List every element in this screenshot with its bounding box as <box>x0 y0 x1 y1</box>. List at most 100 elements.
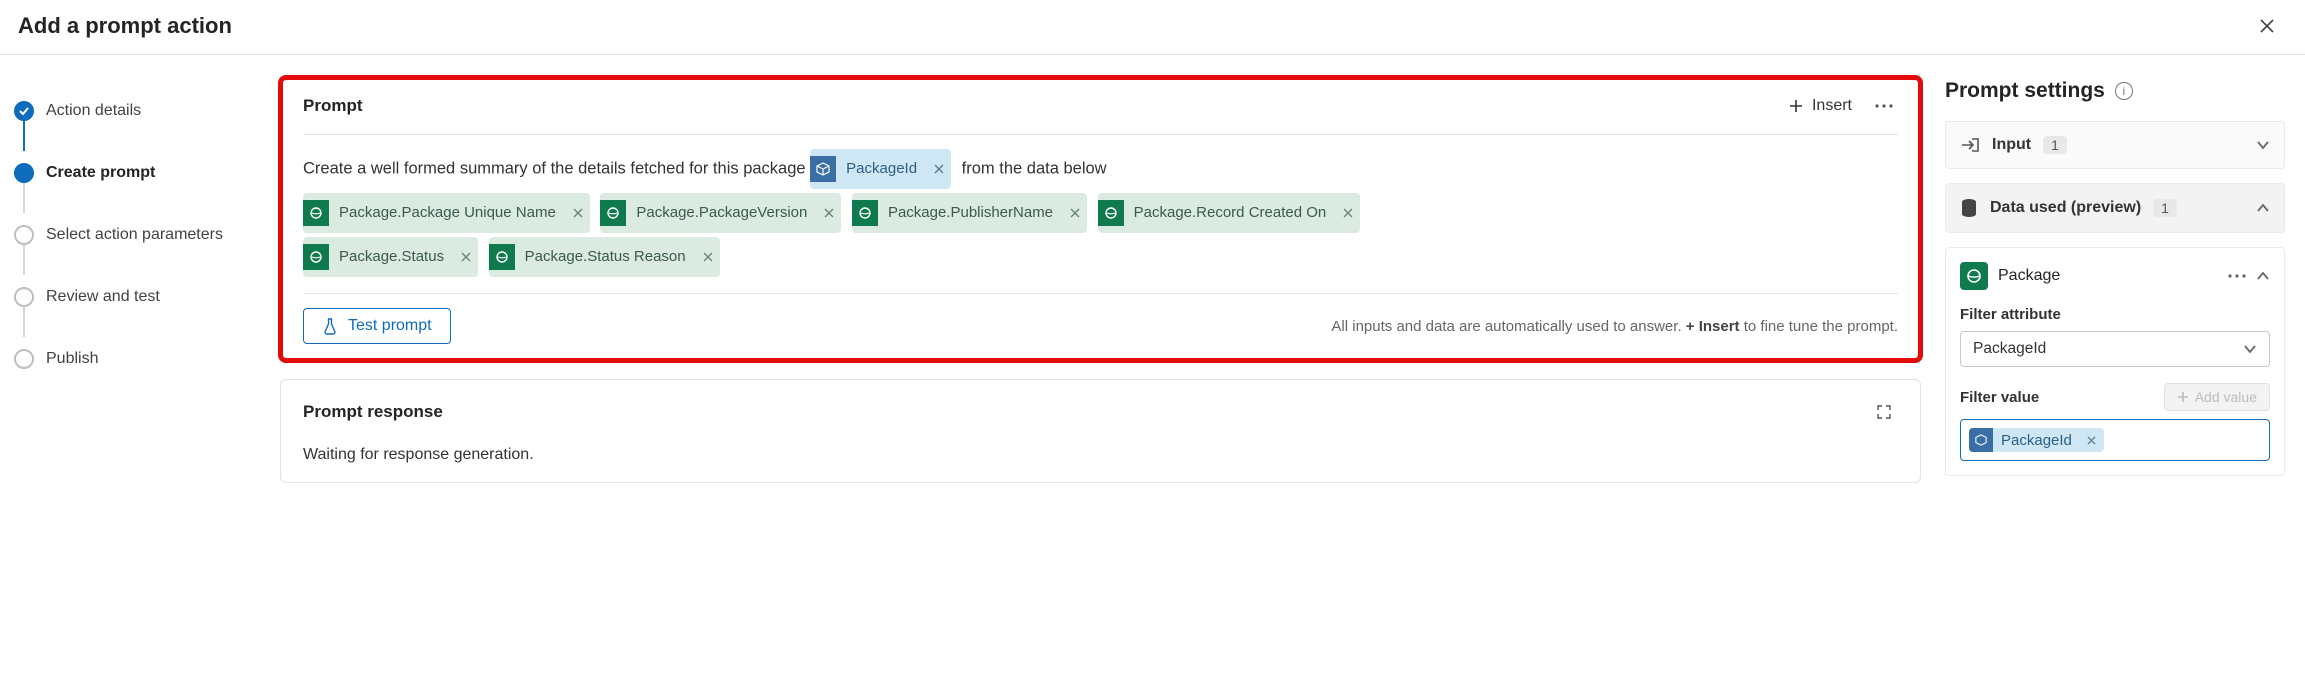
step-action-details[interactable]: Action details <box>14 83 260 139</box>
field-chip[interactable]: Package.Status Reason <box>489 237 720 277</box>
field-chip[interactable]: Package.Record Created On <box>1098 193 1361 233</box>
database-icon <box>1960 198 1978 218</box>
prompt-card: Prompt Insert Create a well formed summa… <box>280 77 1921 361</box>
chevron-down-icon <box>2243 344 2257 354</box>
data-used-section[interactable]: Data used (preview) 1 <box>1945 183 2285 233</box>
chip-remove[interactable] <box>454 245 478 269</box>
input-label: Input <box>1992 136 2031 154</box>
chip-remove[interactable] <box>696 245 720 269</box>
test-prompt-label: Test prompt <box>348 317 432 335</box>
chevron-up-icon <box>2256 203 2270 213</box>
prompt-response-card: Prompt response Waiting for response gen… <box>280 379 1921 483</box>
param-icon <box>810 156 836 182</box>
chip-label: PackageId <box>836 149 927 189</box>
filter-attribute-select[interactable]: PackageId <box>1960 331 2270 367</box>
chip-remove[interactable] <box>2080 428 2104 452</box>
chip-remove[interactable] <box>927 157 951 181</box>
step-select-action-parameters[interactable]: Select action parameters <box>14 207 260 263</box>
insert-label: Insert <box>1812 97 1852 115</box>
prompt-text: Create a well formed summary of the deta… <box>303 159 806 177</box>
chevron-down-icon <box>2256 140 2270 150</box>
data-used-count: 1 <box>2153 199 2177 217</box>
step-dot-done <box>14 101 34 121</box>
filter-attribute-label: Filter attribute <box>1960 306 2270 323</box>
filter-value-box[interactable]: PackageId <box>1960 419 2270 461</box>
step-label: Select action parameters <box>46 226 223 244</box>
close-icon <box>2087 436 2096 445</box>
close-icon <box>934 164 944 174</box>
entity-icon <box>852 200 878 226</box>
entity-icon <box>303 244 329 270</box>
entity-icon <box>1098 200 1124 226</box>
close-icon <box>703 252 713 262</box>
step-label: Action details <box>46 102 141 120</box>
field-chip[interactable]: Package.PublisherName <box>852 193 1087 233</box>
data-used-label: Data used (preview) <box>1990 199 2141 217</box>
plus-icon <box>2177 391 2189 403</box>
param-icon <box>1969 428 1993 452</box>
package-entity-icon <box>1960 262 1988 290</box>
input-section[interactable]: Input 1 <box>1945 121 2285 169</box>
filter-value-chip[interactable]: PackageId <box>1969 428 2104 452</box>
entity-collapse-button[interactable] <box>2256 271 2270 281</box>
response-title: Prompt response <box>303 402 443 422</box>
entity-panel: Package Filter attribute PackageId <box>1945 247 2285 476</box>
input-icon <box>1960 136 1980 154</box>
step-label: Publish <box>46 350 98 368</box>
close-icon <box>573 208 583 218</box>
chip-label: Package.Package Unique Name <box>329 193 566 233</box>
chip-label: PackageId <box>1993 430 2080 451</box>
field-chip[interactable]: Package.PackageVersion <box>600 193 841 233</box>
step-create-prompt[interactable]: Create prompt <box>14 145 260 201</box>
response-status: Waiting for response generation. <box>303 446 1898 464</box>
step-dot-pending <box>14 225 34 245</box>
close-icon <box>1070 208 1080 218</box>
beaker-icon <box>322 317 338 335</box>
expand-icon <box>1876 404 1892 420</box>
more-icon <box>2228 274 2246 278</box>
settings-title: Prompt settings <box>1945 79 2105 103</box>
step-dot-pending <box>14 287 34 307</box>
step-dot-pending <box>14 349 34 369</box>
chip-label: Package.PublisherName <box>878 193 1063 233</box>
info-icon[interactable]: i <box>2115 82 2133 100</box>
param-chip-packageid[interactable]: PackageId <box>810 149 951 189</box>
chip-remove[interactable] <box>1336 201 1360 225</box>
chip-remove[interactable] <box>566 201 590 225</box>
expand-button[interactable] <box>1870 398 1898 426</box>
entity-more-button[interactable] <box>2228 274 2246 278</box>
input-count: 1 <box>2043 136 2067 154</box>
wizard-steps: Action details Create prompt Select acti… <box>0 55 260 503</box>
page-title: Add a prompt action <box>18 13 232 39</box>
step-review-and-test[interactable]: Review and test <box>14 269 260 325</box>
filter-value-label: Filter value <box>1960 389 2039 406</box>
check-icon <box>18 105 30 117</box>
entity-icon <box>489 244 515 270</box>
step-label: Review and test <box>46 288 160 306</box>
field-chip[interactable]: Package.Package Unique Name <box>303 193 590 233</box>
prompt-more-button[interactable] <box>1870 92 1898 120</box>
field-chip[interactable]: Package.Status <box>303 237 478 277</box>
chip-remove[interactable] <box>1063 201 1087 225</box>
close-icon <box>461 252 471 262</box>
prompt-editor[interactable]: Create a well formed summary of the deta… <box>303 134 1898 279</box>
prompt-text: from the data below <box>962 159 1107 177</box>
entity-icon <box>303 200 329 226</box>
step-publish[interactable]: Publish <box>14 331 260 387</box>
chip-label: Package.Status <box>329 237 454 277</box>
close-icon <box>824 208 834 218</box>
chip-label: Package.Record Created On <box>1124 193 1337 233</box>
filter-attribute-value: PackageId <box>1973 340 2046 358</box>
insert-button[interactable]: Insert <box>1788 97 1852 115</box>
test-prompt-button[interactable]: Test prompt <box>303 308 451 344</box>
entity-name: Package <box>1998 267 2060 285</box>
close-icon <box>1343 208 1353 218</box>
chevron-up-icon <box>2256 271 2270 281</box>
chip-remove[interactable] <box>817 201 841 225</box>
add-value-button[interactable]: Add value <box>2164 383 2270 411</box>
prompt-hint: All inputs and data are automatically us… <box>1331 318 1898 335</box>
chip-label: Package.PackageVersion <box>626 193 817 233</box>
settings-pane: Prompt settings i Input 1 Data used (pre… <box>1945 77 2285 483</box>
entity-icon <box>600 200 626 226</box>
close-button[interactable] <box>2253 12 2281 40</box>
